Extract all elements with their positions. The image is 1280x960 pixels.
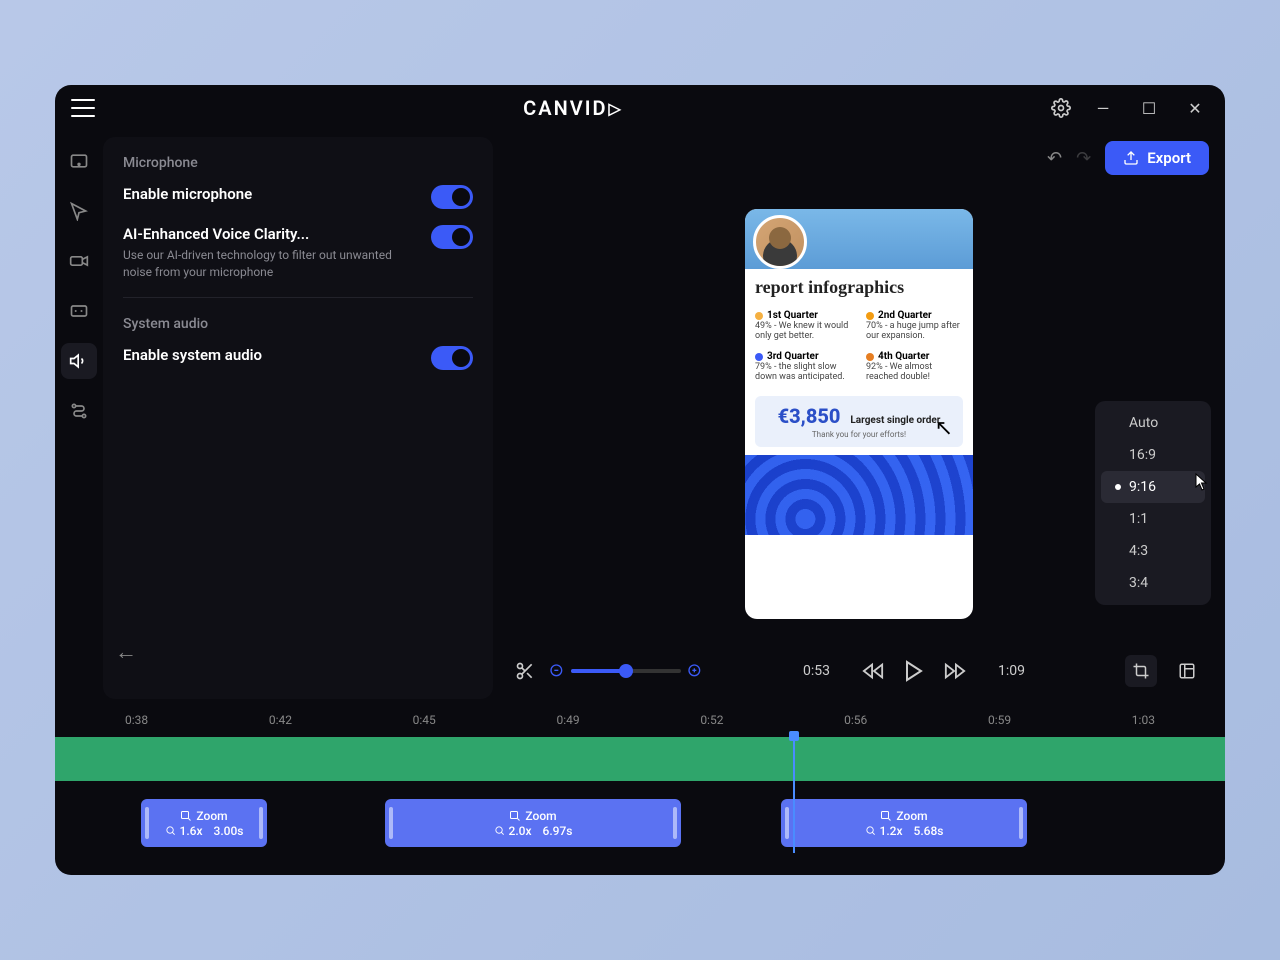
maximize-button[interactable]: ☐ [1135,99,1163,118]
play-button[interactable] [902,659,926,683]
wallpaper-icon[interactable] [61,143,97,179]
enable-mic-toggle[interactable] [431,185,473,209]
captions-icon[interactable] [61,293,97,329]
left-icon-rail [55,131,103,705]
enable-sys-audio-toggle[interactable] [431,346,473,370]
aspect-1-1[interactable]: 1:1 [1101,503,1205,535]
aspect-9-16[interactable]: 9:16 [1101,471,1205,503]
ai-clarity-desc: Use our AI-driven technology to filter o… [123,247,415,281]
settings-icon[interactable] [1051,98,1071,118]
app-title: CANVID▷ [523,96,623,120]
preview-area: ↶ ↷ Export report infographics 1st Quart… [493,131,1225,705]
audio-settings-panel: Microphone Enable microphone AI-Enhanced… [103,137,493,699]
cursor-icon[interactable] [61,193,97,229]
aspect-ratio-menu: Auto 16:9 9:16 1:1 4:3 3:4 [1095,401,1211,605]
path-icon[interactable] [61,393,97,429]
audio-icon[interactable] [61,343,97,379]
sys-audio-section-label: System audio [123,316,473,332]
undo-button[interactable]: ↶ [1047,148,1062,169]
zoom-slider[interactable] [571,669,681,673]
enable-mic-label: Enable microphone [123,185,415,203]
aspect-3-4[interactable]: 3:4 [1101,567,1205,599]
zoom-out-button[interactable] [549,663,565,679]
hamburger-menu[interactable] [71,99,95,117]
zoom-clip-3[interactable]: Zoom 1.2x 5.68s [781,799,1027,847]
video-track[interactable] [55,737,1225,781]
preview-title: report infographics [755,277,963,298]
forward-button[interactable] [944,660,966,682]
playback-bar: 0:53 1:09 [503,643,1215,699]
zoom-clip-1[interactable]: Zoom 1.6x 3.00s [141,799,267,847]
total-time: 1:09 [998,663,1025,679]
layout-button[interactable] [1171,655,1203,687]
camera-icon[interactable] [61,243,97,279]
close-button[interactable]: ✕ [1181,99,1209,118]
export-button[interactable]: Export [1105,141,1209,175]
zoom-track[interactable]: Zoom 1.6x 3.00s Zoom 2.0x 6.97s Zoom 1.2… [55,795,1225,851]
mic-section-label: Microphone [123,155,473,171]
aspect-16-9[interactable]: 16:9 [1101,439,1205,471]
upload-icon [1123,150,1139,166]
zoom-clip-2[interactable]: Zoom 2.0x 6.97s [385,799,681,847]
ai-clarity-label: AI-Enhanced Voice Clarity... [123,225,415,243]
hamburger-icon [71,99,95,117]
back-arrow-button[interactable]: ← [115,639,137,665]
playhead[interactable] [793,737,795,853]
time-ruler: 0:380:420:450:490:520:560:591:03 [55,713,1225,731]
current-time: 0:53 [803,663,830,679]
avatar [753,215,807,269]
rewind-button[interactable] [862,660,884,682]
aspect-auto[interactable]: Auto [1101,407,1205,439]
cursor-arrow-icon: ↖ [935,416,953,441]
divider [123,297,473,298]
crop-button[interactable] [1125,655,1157,687]
titlebar: CANVID▷ — ☐ ✕ [55,85,1225,131]
preview-frame: report infographics 1st Quarter49% - We … [745,209,973,619]
minimize-button[interactable]: — [1089,99,1117,118]
redo-button[interactable]: ↷ [1076,148,1091,169]
enable-sys-audio-label: Enable system audio [123,346,415,364]
ai-clarity-toggle[interactable] [431,225,473,249]
aspect-4-3[interactable]: 4:3 [1101,535,1205,567]
timeline[interactable]: 0:380:420:450:490:520:560:591:03 Zoom 1.… [55,705,1225,875]
zoom-in-button[interactable] [687,663,703,679]
cut-button[interactable] [515,661,535,681]
